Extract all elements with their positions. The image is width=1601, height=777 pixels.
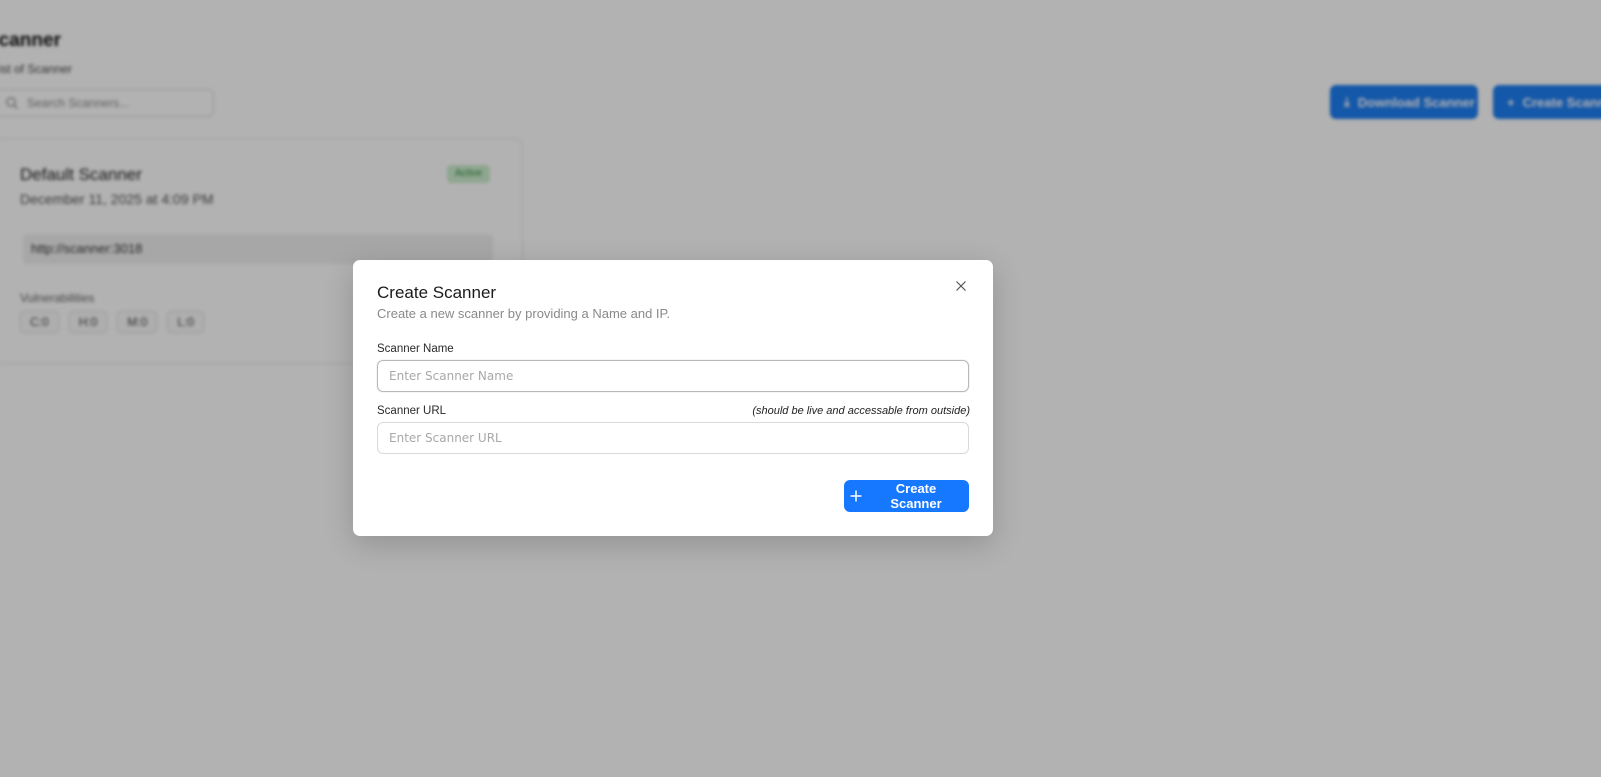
dialog-title: Create Scanner <box>377 283 497 302</box>
scanner-url-input[interactable] <box>377 422 969 454</box>
scanner-name-label: Scanner Name <box>377 343 454 355</box>
create-scanner-label: Create Scanner <box>890 481 942 511</box>
scanner-url-label: Scanner URL <box>377 405 447 417</box>
create-scanner-dialog: Create Scanner Create a new scanner by p… <box>353 260 993 536</box>
create-scanner-button[interactable]: Create Scanner <box>844 480 969 512</box>
scanner-url-hint: (should be live and accessable from outs… <box>752 405 970 417</box>
close-icon <box>955 279 967 297</box>
dialog-description: Create a new scanner by providing a Name… <box>377 306 671 321</box>
plus-icon <box>850 490 862 502</box>
close-button[interactable] <box>953 280 969 296</box>
scanner-name-input[interactable] <box>377 360 969 392</box>
